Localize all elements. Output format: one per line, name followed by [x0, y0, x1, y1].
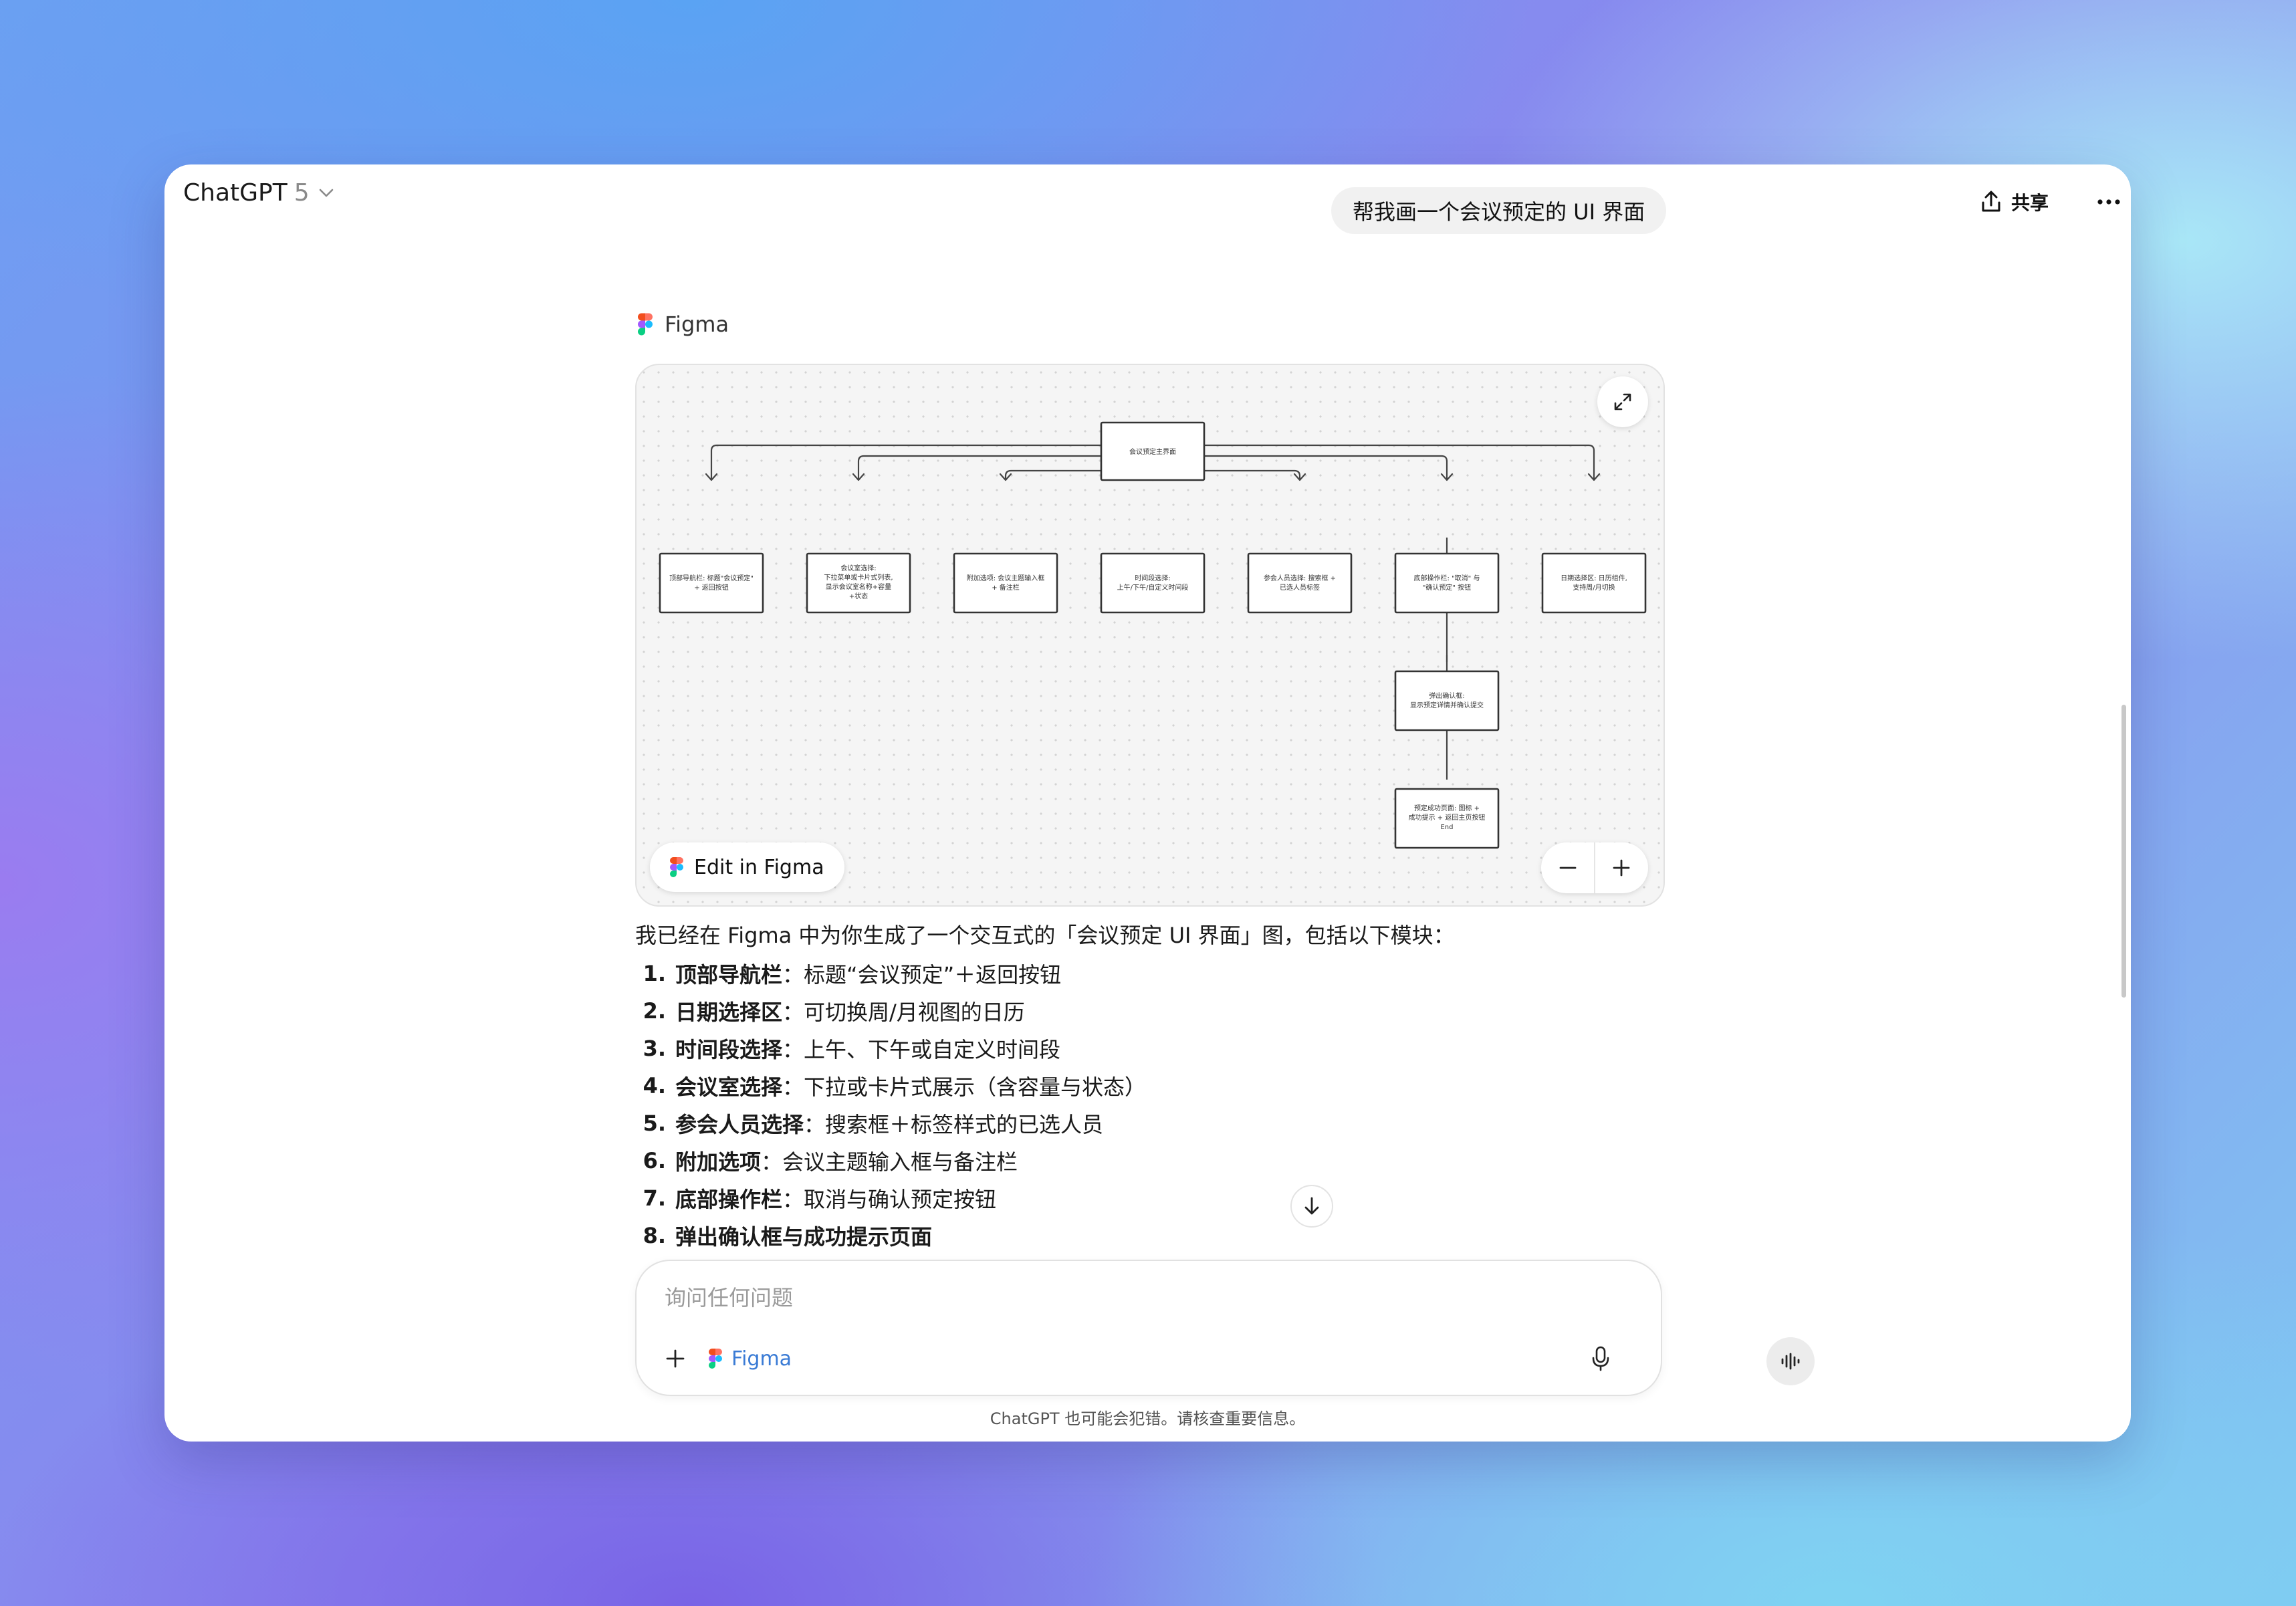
item-desc: ：会议主题输入框与备注栏: [761, 1149, 1018, 1175]
voice-waveform-icon: [1781, 1353, 1800, 1370]
node-room-line2: 下拉菜单或卡片式列表,: [824, 573, 893, 582]
figma-logo-icon: [670, 857, 683, 877]
node-time-line2: 上午/下午/自定义时间段: [1117, 583, 1189, 592]
tool-name: Figma: [665, 312, 729, 337]
item-title: 底部操作栏: [675, 1187, 783, 1212]
item-title: 弹出确认框: [675, 1224, 783, 1250]
item-title-2: 成功提示页面: [804, 1224, 933, 1250]
zoom-in-button[interactable]: [1595, 842, 1648, 893]
node-success-line2: 成功提示 + 返回主页按钮: [1409, 813, 1486, 822]
figma-canvas[interactable]: 会议预定主界面 顶部导航栏: 标题"会议预定" + 返回按钮 会议室选择: 下拉…: [635, 364, 1665, 907]
figma-logo-icon: [638, 313, 653, 336]
item-title: 时间段选择: [675, 1037, 783, 1062]
message-composer: Figma: [635, 1260, 1815, 1396]
node-attendees-line2: 已选人员标签: [1280, 583, 1320, 592]
node-extra-line2: + 备注栏: [992, 583, 1020, 592]
item-desc: ：可切换周/月视图的日历: [782, 1000, 1025, 1025]
dictate-button[interactable]: [1579, 1337, 1622, 1380]
node-success-line3: End: [1440, 824, 1453, 831]
list-item: 3. 时间段选择 ：上午、下午或自定义时间段: [635, 1030, 1146, 1067]
zoom-controls: [1541, 842, 1648, 893]
share-button[interactable]: 共享: [1980, 183, 2049, 221]
list-item: 1. 顶部导航栏 ：标题“会议预定”＋返回按钮: [635, 955, 1146, 992]
node-date-line2: 支持周/月切换: [1573, 583, 1615, 592]
list-item: 5. 参会人员选择 ：搜索框＋标签样式的已选人员: [635, 1105, 1146, 1142]
node-nav: 顶部导航栏: 标题"会议预定": [669, 574, 754, 582]
node-date: 日期选择区: 日历组件,: [1561, 574, 1627, 582]
item-title: 日期选择区: [675, 1000, 783, 1025]
edit-in-figma-label: Edit in Figma: [694, 855, 824, 879]
chat-window: ChatGPT 5 帮我画一个会议预定的 UI 界面 共享 Figma 会议预定…: [164, 164, 2131, 1442]
voice-mode-button[interactable]: [1766, 1337, 1815, 1385]
share-label: 共享: [2011, 192, 2049, 214]
node-actions-line2: "确认预定" 按钮: [1423, 583, 1471, 592]
node-confirm: 弹出确认框:: [1429, 691, 1464, 700]
root-node-label: 会议预定主界面: [1129, 447, 1176, 456]
module-list: 1. 顶部导航栏 ：标题“会议预定”＋返回按钮 2. 日期选择区 ：可切换周/月视图的日…: [635, 955, 1146, 1254]
chevron-down-icon: [319, 189, 333, 197]
figma-tool-chip[interactable]: Figma: [709, 1340, 792, 1377]
zoom-out-button[interactable]: [1541, 842, 1594, 893]
node-room-line3: 显示会议室名称+容量: [826, 582, 891, 591]
plus-icon: [1613, 859, 1630, 877]
node-room-line4: +状态: [849, 592, 868, 600]
figma-logo-icon: [709, 1349, 722, 1369]
response-intro: 我已经在 Figma 中为你生成了一个交互式的「会议预定 UI 界面」图，包括以…: [635, 923, 1455, 948]
item-desc: ：下拉或卡片式展示（含容量与状态）: [782, 1074, 1147, 1100]
expand-button[interactable]: [1597, 376, 1648, 427]
item-title: 附加选项: [675, 1149, 762, 1175]
node-nav-line2: + 返回按钮: [694, 583, 729, 592]
list-item: 7. 底部操作栏 ：取消与确认预定按钮: [635, 1179, 1146, 1217]
more-icon: [2097, 199, 2120, 205]
scroll-to-bottom-button[interactable]: [1290, 1185, 1333, 1228]
expand-icon: [1614, 393, 1631, 411]
model-version: 5: [294, 179, 310, 207]
disclaimer-text: ChatGPT 也可能会犯错。请核查重要信息。: [990, 1409, 1306, 1428]
microphone-icon: [1592, 1346, 1609, 1371]
user-message: 帮我画一个会议预定的 UI 界面: [1331, 187, 1667, 234]
more-options-button[interactable]: [2090, 183, 2128, 221]
plus-icon: [666, 1349, 685, 1368]
item-title: 会议室选择: [675, 1074, 783, 1100]
item-desc: ：上午、下午或自定义时间段: [782, 1037, 1061, 1062]
model-selector[interactable]: ChatGPT 5: [183, 179, 334, 207]
node-success: 预定成功页面: 图标 +: [1414, 804, 1480, 812]
message-input[interactable]: [663, 1277, 1535, 1318]
item-title: 参会人员选择: [675, 1112, 804, 1137]
node-attendees: 参会人员选择: 搜索框 +: [1264, 574, 1336, 582]
minus-icon: [1559, 867, 1576, 869]
list-item: 6. 附加选项 ：会议主题输入框与备注栏: [635, 1142, 1146, 1179]
add-attachment-button[interactable]: [654, 1337, 697, 1380]
item-desc: ：取消与确认预定按钮: [782, 1187, 997, 1212]
arrow-down-icon: [1304, 1197, 1319, 1215]
figma-tool-label: Figma: [731, 1347, 792, 1371]
app-name: ChatGPT: [183, 179, 288, 207]
node-actions: 底部操作栏: "取消" 与: [1414, 574, 1480, 582]
node-confirm-line2: 显示预定详情并确认提交: [1410, 701, 1484, 709]
node-extra: 附加选项: 会议主题输入框: [967, 574, 1045, 582]
share-icon: [1982, 191, 2000, 212]
item-title: 顶部导航栏: [675, 962, 783, 988]
item-desc: ：搜索框＋标签样式的已选人员: [804, 1112, 1104, 1137]
list-item: 8. 弹出确认框与成功提示页面: [635, 1217, 1146, 1254]
edit-in-figma-button[interactable]: Edit in Figma: [650, 842, 844, 892]
list-item: 4. 会议室选择 ：下拉或卡片式展示（含容量与状态）: [635, 1067, 1146, 1105]
scrollbar-thumb[interactable]: [2121, 705, 2126, 998]
item-desc: 与: [782, 1224, 804, 1250]
tool-header: Figma: [638, 312, 729, 337]
item-desc: ：标题“会议预定”＋返回按钮: [782, 962, 1062, 988]
node-room: 会议室选择:: [840, 564, 876, 572]
node-time: 时间段选择:: [1135, 574, 1170, 582]
flow-diagram: 会议预定主界面 顶部导航栏: 标题"会议预定" + 返回按钮 会议室选择: 下拉…: [659, 421, 1647, 849]
list-item: 2. 日期选择区 ：可切换周/月视图的日历: [635, 992, 1146, 1030]
